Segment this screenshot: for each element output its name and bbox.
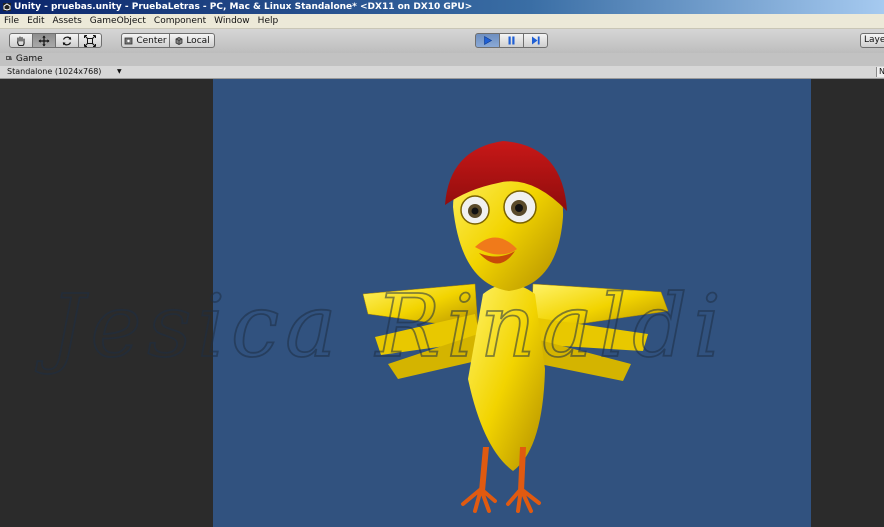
watermark-text: Jesica Rinaldi (35, 277, 727, 377)
transform-tools (9, 33, 102, 48)
unity-logo-icon (3, 3, 11, 11)
game-viewport[interactable]: Jesica Rinaldi (0, 79, 884, 527)
space-local-label: Local (186, 35, 210, 46)
watermark-signature: Jesica Rinaldi (34, 276, 727, 378)
pivot-center-icon (124, 37, 133, 44)
game-view-icon (6, 56, 12, 60)
maximize-toggle[interactable]: N (876, 67, 884, 77)
menu-window[interactable]: Window (210, 14, 254, 28)
menu-gameobject[interactable]: GameObject (86, 14, 150, 28)
menu-file[interactable]: File (0, 14, 23, 28)
menu-edit[interactable]: Edit (23, 14, 48, 28)
game-tab-bar: Game (0, 53, 884, 66)
menu-bar: File Edit Assets GameObject Component Window H… (0, 14, 884, 29)
tab-game[interactable]: Game (5, 53, 43, 66)
game-view-header: Standalone (1024x768) ▼ N (0, 66, 884, 79)
pivot-toggles: Center Local (121, 33, 215, 48)
pivot-center-button[interactable]: Center (121, 33, 170, 48)
chevron-down-icon[interactable]: ▼ (117, 66, 122, 78)
play-icon (484, 35, 493, 46)
space-local-button[interactable]: Local (169, 33, 215, 48)
move-arrows-icon (38, 35, 50, 46)
pivot-center-label: Center (136, 35, 167, 46)
tab-game-label: Game (15, 54, 43, 64)
local-space-icon (175, 36, 183, 45)
window-title: Unity - pruebas.unity - PruebaLetras - P… (14, 2, 473, 12)
playback-controls (475, 33, 548, 48)
rotate-icon (62, 36, 72, 45)
play-button[interactable] (475, 33, 500, 48)
step-button[interactable] (523, 33, 548, 48)
menu-assets[interactable]: Assets (49, 14, 86, 28)
layers-dropdown[interactable]: Laye (860, 33, 884, 48)
pause-button[interactable] (499, 33, 524, 48)
scale-icon (84, 34, 96, 47)
rotate-tool-button[interactable] (55, 33, 79, 48)
menu-help[interactable]: Help (254, 14, 283, 28)
resolution-dropdown[interactable]: Standalone (1024x768) (7, 66, 101, 78)
menu-component[interactable]: Component (150, 14, 210, 28)
window-title-bar: Unity - pruebas.unity - PruebaLetras - P… (0, 0, 884, 14)
hand-icon (17, 35, 25, 46)
move-tool-button[interactable] (32, 33, 56, 48)
hand-tool-button[interactable] (9, 33, 33, 48)
main-toolbar: Center Local Laye (0, 29, 884, 54)
scale-tool-button[interactable] (78, 33, 102, 48)
pause-icon (508, 36, 515, 45)
step-icon (532, 36, 540, 45)
